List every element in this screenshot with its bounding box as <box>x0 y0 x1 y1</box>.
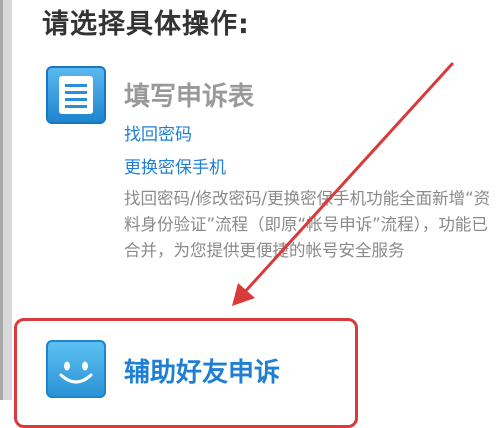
fill-appeal-form-title[interactable]: 填写申诉表 <box>124 76 254 113</box>
appeal-form-description: 找回密码/修改密码/更换密保手机功能全面新增“资料身份验证”流程（即原“帐号申诉… <box>124 189 491 260</box>
left-screen-edge <box>0 0 12 400</box>
form-document-icon[interactable] <box>46 66 106 124</box>
change-security-phone-link[interactable]: 更换密保手机 <box>124 153 226 178</box>
annotation-highlight-box <box>14 318 358 428</box>
page-title: 请选择具体操作: <box>42 9 250 40</box>
recover-password-link[interactable]: 找回密码 <box>124 120 192 145</box>
